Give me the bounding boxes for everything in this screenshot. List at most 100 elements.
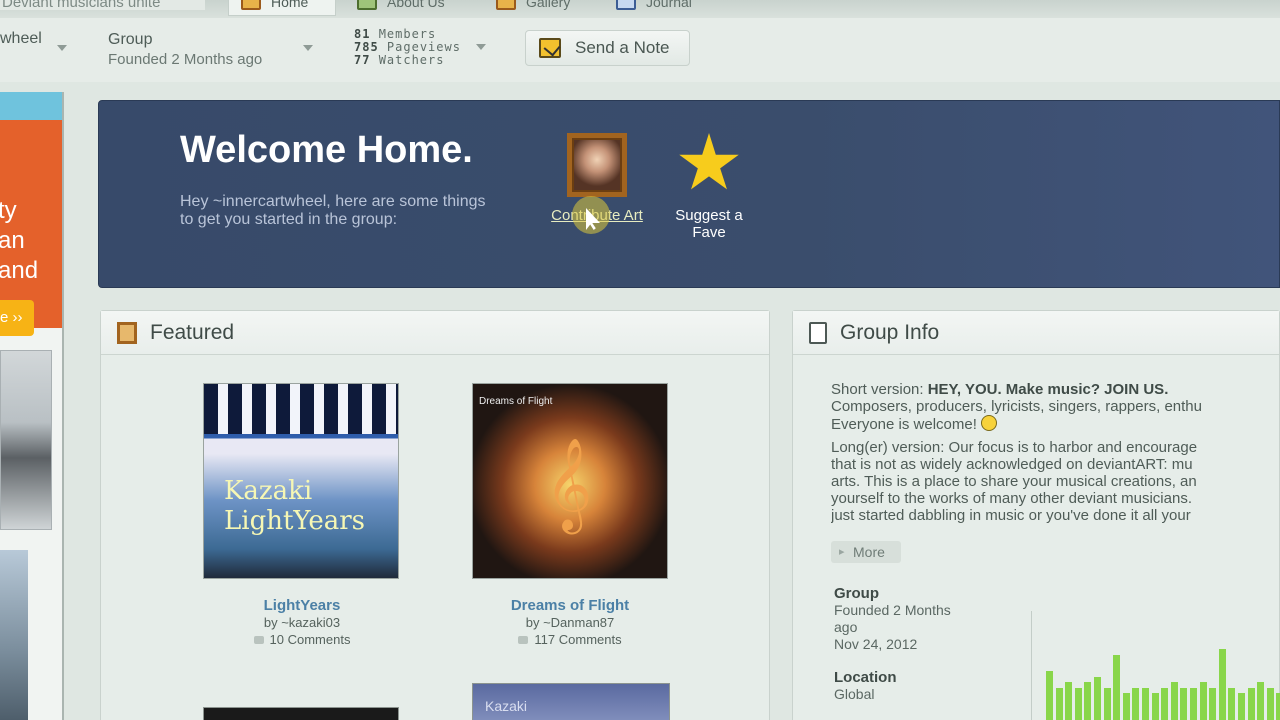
more-button[interactable]: More — [831, 541, 901, 563]
long-version-line: Long(er) version: Our focus is to harbor… — [831, 439, 1198, 456]
activity-bar — [1074, 688, 1082, 720]
featured-item-title[interactable]: LightYears — [202, 597, 402, 614]
activity-bar — [1266, 688, 1274, 720]
long-version-line: yourself to the works of many other devi… — [831, 490, 1192, 507]
activity-bar — [1247, 688, 1255, 720]
long-version: Long(er) version: Our focus is to harbor… — [831, 439, 1280, 524]
members-count: 81 — [354, 27, 371, 41]
featured-item-author[interactable]: by ~Danman87 — [470, 614, 670, 631]
group-header: wheel Group Founded 2 Months ago 81 Memb… — [0, 18, 1280, 82]
group-heading: Group — [834, 585, 879, 602]
treble-clef-art: 𝄞 — [545, 437, 593, 530]
watchers-count: 77 — [354, 53, 371, 67]
featured-thumbnail[interactable]: Kazaki — [472, 683, 670, 720]
chevron-down-icon[interactable] — [476, 44, 486, 50]
tab-journal[interactable]: Journal — [604, 0, 714, 16]
activity-bar — [1190, 688, 1197, 720]
left-sidebar: ty an and e ›› — [0, 92, 64, 720]
suggest-fave-button[interactable]: Suggest a Fave — [661, 133, 757, 241]
promo-text: ty an and — [0, 196, 38, 286]
gallery-icon — [496, 0, 516, 10]
activity-bar — [1218, 649, 1226, 720]
welcome-banner: Welcome Home. Hey ~innercartwheel, here … — [98, 100, 1280, 288]
activity-bar — [1180, 688, 1188, 720]
long-version-line: just started dabbling in music or you've… — [831, 507, 1191, 524]
location-meta: Location Global — [834, 669, 897, 703]
group-founded: Founded 2 Months — [834, 602, 951, 618]
comments-count: 117 Comments — [534, 632, 622, 647]
tab-gallery-label: Gallery — [526, 0, 571, 10]
group-type-label: Group — [108, 31, 153, 48]
tab-home[interactable]: Home — [228, 0, 336, 16]
activity-bar — [1084, 682, 1092, 720]
thumbnail-art-text: Dreams of Flight — [479, 396, 553, 407]
activity-bar — [1257, 682, 1265, 720]
featured-thumbnail[interactable] — [203, 707, 399, 720]
sidebar-thumbnail[interactable] — [0, 550, 28, 720]
featured-caption: LightYears by ~kazaki03 10 Comments — [202, 597, 402, 648]
comment-icon — [518, 636, 529, 644]
home-icon — [241, 0, 261, 10]
activity-bar — [1122, 693, 1130, 720]
star-icon — [679, 133, 739, 190]
comments-count: 10 Comments — [269, 632, 351, 647]
crown-icon — [357, 0, 377, 10]
group-description: Short version: HEY, YOU. Make music? JOI… — [831, 381, 1280, 530]
featured-title: Featured — [150, 320, 235, 344]
pageviews-label: Pageviews — [386, 40, 461, 54]
activity-bar — [1142, 688, 1149, 720]
user-menu[interactable]: wheel — [0, 30, 42, 48]
send-note-button[interactable]: Send a Note — [525, 30, 690, 66]
featured-item-comments[interactable]: 117 Comments — [470, 631, 670, 648]
pageviews-count: 785 — [354, 40, 379, 54]
group-info-header: Group Info — [793, 311, 1279, 355]
activity-bar — [1113, 655, 1121, 720]
featured-icon — [117, 321, 137, 344]
picture-frame-icon — [567, 133, 627, 197]
activity-bar — [1151, 693, 1159, 720]
long-version-line: that is not as widely acknowledged on de… — [831, 456, 1193, 473]
featured-item-author[interactable]: by ~kazaki03 — [202, 614, 402, 631]
tab-home-label: Home — [271, 0, 309, 10]
featured-thumbnail[interactable]: Dreams of Flight 𝄞 — [472, 383, 668, 579]
featured-item-comments[interactable]: 10 Comments — [202, 631, 402, 648]
sidebar-thumbnail[interactable] — [0, 350, 52, 530]
promo-banner[interactable]: ty an and e ›› — [0, 92, 62, 336]
thumbnail-art-text: Kazaki — [485, 698, 528, 714]
group-stats[interactable]: 81 Members 785 Pageviews 77 Watchers — [354, 28, 461, 67]
welcome-intro: Hey ~innercartwheel, here are some thing… — [180, 193, 486, 228]
suggest-fave-label[interactable]: Suggest a Fave — [661, 207, 757, 241]
location-heading: Location — [834, 669, 897, 686]
group-info-title: Group Info — [840, 320, 940, 344]
short-version-line: Everyone is welcome! — [831, 416, 977, 433]
group-name-tab[interactable]: Deviant musicians unite — [0, 0, 205, 10]
featured-header: Featured — [101, 311, 769, 355]
tab-gallery[interactable]: Gallery — [484, 0, 594, 16]
promo-line: ty — [0, 197, 17, 224]
activity-bar — [1238, 693, 1245, 720]
group-type-menu[interactable]: Group Founded 2 Months ago — [108, 30, 262, 70]
activity-bar — [1161, 688, 1169, 720]
short-version-headline: HEY, YOU. Make music? JOIN US. — [927, 381, 1169, 398]
activity-bar — [1199, 682, 1207, 720]
smiley-icon — [981, 415, 998, 431]
welcome-title: Welcome Home. — [180, 129, 473, 171]
featured-item-title[interactable]: Dreams of Flight — [470, 597, 670, 614]
chevron-down-icon[interactable] — [303, 45, 313, 51]
thumbnail-art-text: Kazaki LightYears — [224, 476, 365, 536]
group-meta: Group Founded 2 Months ago Nov 24, 2012 — [834, 585, 951, 653]
featured-caption: Dreams of Flight by ~Danman87 117 Commen… — [470, 597, 670, 648]
promo-line: an — [0, 227, 25, 254]
location-value: Global — [834, 686, 875, 702]
promo-button[interactable]: e ›› — [0, 300, 34, 336]
long-version-line: arts. This is a place to share your musi… — [831, 473, 1197, 490]
activity-bar — [1228, 688, 1236, 720]
note-icon — [539, 38, 561, 58]
tab-about-us[interactable]: About Us — [345, 0, 475, 16]
clipboard-icon — [809, 321, 827, 344]
featured-thumbnail[interactable]: Kazaki LightYears — [203, 383, 399, 579]
chevron-down-icon[interactable] — [57, 45, 67, 51]
group-date: Nov 24, 2012 — [834, 636, 918, 652]
activity-graph — [1031, 611, 1280, 720]
short-version-label: Short version: — [831, 381, 924, 398]
